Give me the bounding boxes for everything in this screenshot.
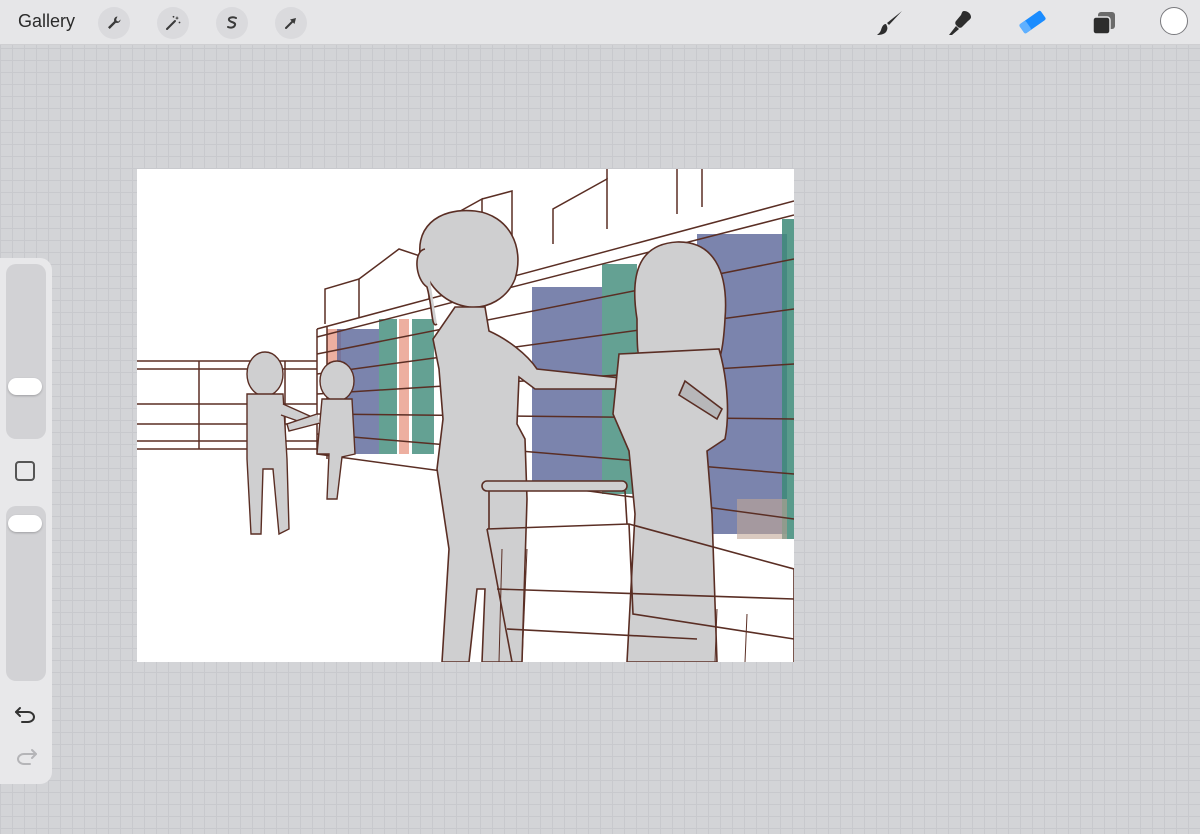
layers-button[interactable] [1088,7,1120,39]
adjustments-button[interactable] [157,7,189,39]
wrench-icon [108,16,121,29]
actions-button[interactable] [98,7,130,39]
magic-wand-icon [166,15,181,30]
brush-button[interactable] [874,7,906,39]
selection-button[interactable] [216,7,248,39]
brush-icon [877,11,902,35]
brush-size-thumb[interactable] [8,377,42,395]
gallery-button[interactable]: Gallery [18,11,75,32]
brush-size-slider[interactable] [6,264,46,439]
modify-button[interactable] [15,461,35,481]
background-figures [246,351,356,536]
eraser-button[interactable] [1016,7,1048,39]
left-sidebar [0,258,52,784]
drawing-canvas[interactable] [137,169,794,662]
selection-icon [227,16,237,29]
layers-icon [1092,12,1115,35]
transform-arrow-icon [285,18,296,29]
smudge-icon [949,11,971,35]
eraser-icon [1019,10,1046,34]
transform-button[interactable] [275,7,307,39]
smudge-button[interactable] [945,7,977,39]
undo-icon[interactable] [13,704,39,724]
opacity-slider[interactable] [6,506,46,681]
top-toolbar: Gallery [0,0,1200,45]
color-picker-button[interactable] [1160,7,1188,35]
artwork [137,169,794,662]
opacity-thumb[interactable] [8,514,42,532]
redo-icon[interactable] [13,746,39,766]
